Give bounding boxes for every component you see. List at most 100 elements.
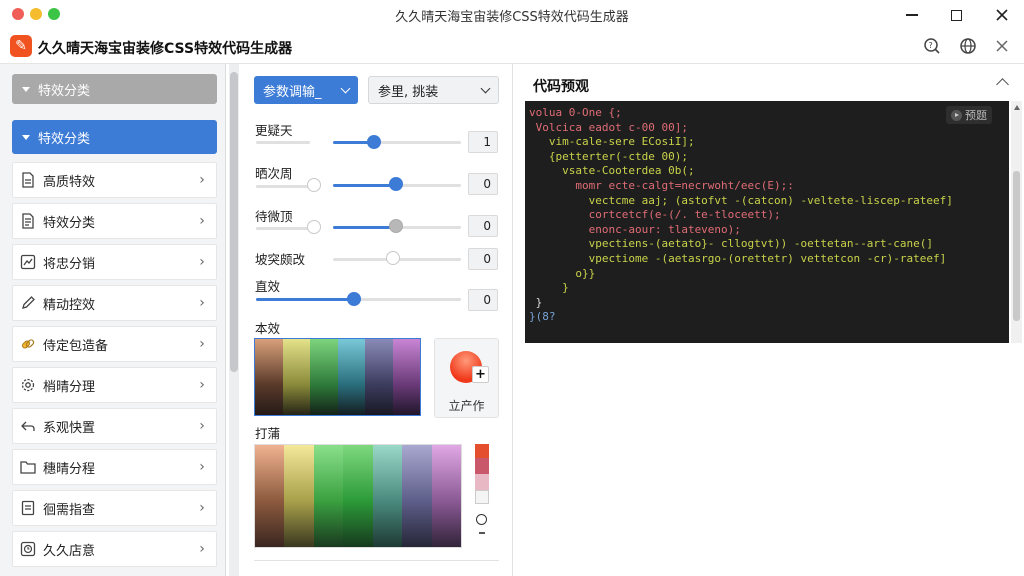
code-line: vpectiome -(aetasrgo-(orettetr) vettetco…	[529, 252, 947, 265]
window-titlebar: 久久晴天海宝宙装修CSS特效代码生成器	[0, 0, 1024, 30]
gradient-swatch[interactable]	[402, 445, 432, 547]
sidebar-item-label: 侍定包造备	[43, 338, 109, 354]
sidebar-scrollbar[interactable]	[229, 64, 239, 576]
sidebar-item-label: 精动控效	[43, 297, 96, 313]
sidebar-item[interactable]: 侍定包造备 ›	[12, 326, 217, 362]
hue-handle[interactable]	[476, 514, 487, 525]
hue-strip[interactable]	[475, 444, 489, 542]
preview-button[interactable]: 预题	[946, 106, 992, 124]
slider-handle[interactable]	[307, 220, 321, 234]
sidebar-item[interactable]: 特效分类 ›	[12, 203, 217, 239]
chevron-right-icon: ›	[199, 213, 205, 229]
dropdown-label: 参里, 挑装	[378, 84, 439, 100]
code-line: vim-cale-sere ECosiI];	[529, 135, 695, 149]
minus-icon	[479, 532, 485, 534]
sidebar-item[interactable]: 梢晴分理 ›	[12, 367, 217, 403]
sidebar-item-label: 系观快置	[43, 420, 96, 436]
scrollbar-thumb[interactable]	[1013, 171, 1020, 321]
gradient-swatch[interactable]	[313, 445, 344, 547]
code-line: vpectiens-(aetato}- cllogtvt)) -oettetan…	[529, 237, 933, 251]
code-line: vsate-Cooterdea 0b(;	[529, 164, 695, 178]
svg-text:?: ?	[929, 41, 933, 50]
chart-document-icon	[19, 253, 37, 271]
palette-swatch[interactable]	[392, 339, 420, 415]
gradient-swatch[interactable]	[284, 445, 314, 547]
gear-icon	[19, 376, 37, 394]
slider-handle[interactable]	[389, 219, 403, 233]
sidebar-item[interactable]: 徊需指查 ›	[12, 490, 217, 526]
code-line: volua 0-One {;	[529, 106, 622, 119]
sidebar-item[interactable]: 精动控效 ›	[12, 285, 217, 321]
parameter-tune-dropdown[interactable]: 参数调输_	[254, 76, 358, 104]
gradient-swatch[interactable]	[255, 445, 285, 547]
sidebar-category-collapsed[interactable]: 特效分类	[12, 74, 217, 104]
code-scrollbar[interactable]	[1011, 101, 1022, 343]
param-mini-track	[256, 185, 310, 188]
add-color-icon[interactable]: +	[472, 366, 489, 383]
panel-divider	[512, 64, 513, 576]
app-logo: ✎	[10, 35, 32, 57]
sidebar-item-label: 特效分类	[43, 215, 96, 231]
slider-handle[interactable]	[307, 178, 321, 192]
sidebar-item[interactable]: 系观快置 ›	[12, 408, 217, 444]
link-icon	[19, 335, 37, 353]
sidebar-item[interactable]: 久久店意 ›	[12, 531, 217, 567]
preset-dropdown[interactable]: 参里, 挑装	[368, 76, 499, 104]
scroll-up-icon[interactable]	[1014, 105, 1020, 110]
sidebar-item[interactable]: 将忠分销 ›	[12, 244, 217, 280]
slider-handle[interactable]	[347, 292, 361, 306]
slider-fill	[256, 298, 354, 301]
param-value[interactable]: 0	[468, 289, 498, 311]
gradient-swatch-grid[interactable]	[254, 444, 462, 548]
close-button[interactable]	[990, 3, 1014, 27]
color-picker-card[interactable]: + 立产作	[434, 338, 499, 418]
chevron-right-icon: ›	[199, 459, 205, 475]
param-slider[interactable]	[333, 141, 461, 144]
hue-segment	[475, 444, 489, 458]
caret-down-icon	[22, 134, 30, 140]
slider-fill	[333, 184, 397, 187]
code-line: cortcetcf(e-(/. te-tloceett);	[529, 208, 781, 222]
palette-swatch[interactable]	[310, 339, 338, 415]
close-panel-icon[interactable]	[992, 36, 1012, 56]
scrollbar-thumb[interactable]	[230, 72, 238, 372]
gradient-swatch[interactable]	[372, 445, 403, 547]
hue-segment	[475, 474, 489, 490]
palette-swatch-grid[interactable]	[254, 338, 421, 416]
document-edit-icon	[19, 499, 37, 517]
param-value[interactable]: 1	[468, 131, 498, 153]
gradient-label: 打蒲	[255, 426, 281, 441]
code-preview[interactable]: volua 0-One {; Volcica eadot c-00 00]; v…	[525, 101, 1009, 343]
sidebar-item[interactable]: 穗晴分程 ›	[12, 449, 217, 485]
chevron-right-icon: ›	[199, 295, 205, 311]
sidebar-item-label: 梢晴分理	[43, 379, 96, 395]
sidebar: 特效分类 特效分类 高质特效 › 特效分类 › 将忠分销 › 精动控效 › 侍定…	[0, 64, 226, 576]
slider-handle[interactable]	[367, 135, 381, 149]
gradient-swatch[interactable]	[343, 445, 373, 547]
palette-swatch[interactable]	[282, 339, 310, 415]
param-value[interactable]: 0	[468, 173, 498, 195]
palette-swatch[interactable]	[337, 339, 365, 415]
chevron-right-icon: ›	[199, 500, 205, 516]
close-icon	[996, 9, 1008, 21]
slider-handle[interactable]	[386, 251, 400, 265]
chevron-up-icon[interactable]	[996, 78, 1009, 91]
param-value[interactable]: 0	[468, 248, 498, 270]
chevron-down-icon	[480, 83, 491, 93]
pen-icon	[19, 294, 37, 312]
hue-segment	[475, 458, 489, 474]
code-line: enonc-aour: tlateveno);	[529, 222, 741, 236]
slider-handle[interactable]	[389, 177, 403, 191]
param-value[interactable]: 0	[468, 215, 498, 237]
code-line: Volcica eadot c-00 00];	[529, 120, 688, 134]
maximize-button[interactable]	[944, 3, 968, 27]
help-search-icon[interactable]: ?	[922, 36, 942, 56]
palette-swatch[interactable]	[365, 339, 393, 415]
sidebar-category-active[interactable]: 特效分类	[12, 120, 217, 154]
palette-swatch[interactable]	[255, 339, 283, 415]
minimize-button[interactable]	[900, 3, 924, 27]
globe-icon[interactable]	[958, 36, 978, 56]
sidebar-item[interactable]: 高质特效 ›	[12, 162, 217, 198]
param-mini-track	[256, 141, 310, 144]
gradient-swatch[interactable]	[431, 445, 461, 547]
